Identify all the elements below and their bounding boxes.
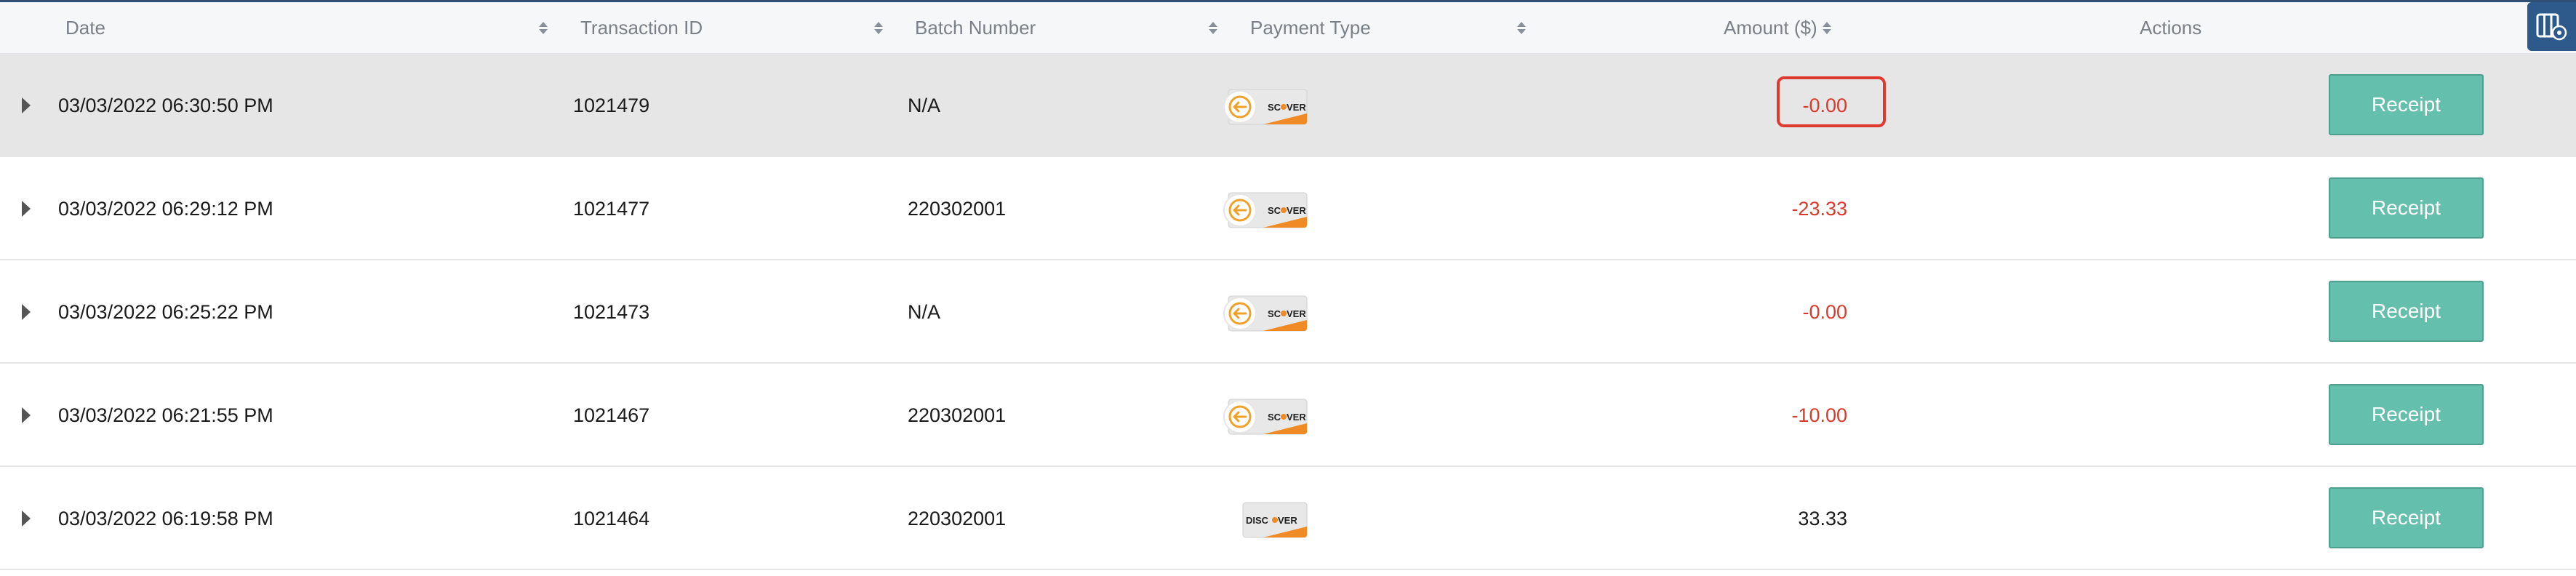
amount-cell: 33.33 — [1798, 507, 1847, 529]
discover-refund-card-icon: SC VER — [1223, 295, 1308, 332]
caret-right-icon[interactable] — [19, 467, 33, 570]
column-settings-icon — [2536, 13, 2567, 40]
table-row[interactable]: 03/03/2022 06:19:58 PM 1021464 220302001… — [0, 467, 2576, 570]
receipt-button[interactable]: Receipt — [2329, 177, 2484, 239]
svg-text:VER: VER — [1287, 412, 1306, 423]
svg-text:VER: VER — [1278, 515, 1297, 526]
batch-number-cell: 220302001 — [908, 507, 1007, 529]
batch-number-cell: 220302001 — [908, 404, 1007, 426]
batch-number-cell: 220302001 — [908, 197, 1007, 220]
caret-right-icon[interactable] — [19, 157, 33, 260]
sort-icon[interactable] — [1820, 21, 1833, 34]
sort-icon[interactable] — [1207, 2, 1220, 53]
discover-refund-card-icon: SC VER — [1223, 89, 1308, 125]
sort-icon[interactable] — [1515, 2, 1528, 53]
transactions-table: Date Transaction ID Batch Number Payment… — [0, 0, 2576, 576]
transaction-id-cell: 1021473 — [573, 300, 650, 323]
table-header: Date Transaction ID Batch Number Payment… — [0, 2, 2576, 54]
amount-callout-box — [1777, 76, 1886, 127]
column-settings-button[interactable] — [2527, 2, 2576, 51]
svg-text:SC: SC — [1268, 205, 1281, 216]
caret-right-icon[interactable] — [19, 54, 33, 157]
discover-refund-card-icon: SC VER — [1223, 192, 1308, 228]
receipt-button[interactable]: Receipt — [2329, 384, 2484, 445]
transaction-id-cell: 1021464 — [573, 507, 650, 529]
svg-text:SC: SC — [1268, 102, 1281, 113]
batch-number-cell: N/A — [908, 300, 941, 323]
table-row[interactable]: 03/03/2022 06:29:12 PM 1021477 220302001… — [0, 157, 2576, 260]
date-cell: 03/03/2022 06:30:50 PM — [58, 94, 273, 116]
discover-refund-card-icon: SC VER — [1223, 399, 1308, 435]
amount-cell: -23.33 — [1791, 197, 1847, 220]
amount-cell: -10.00 — [1791, 404, 1847, 426]
transaction-id-cell: 1021467 — [573, 404, 650, 426]
sort-icon[interactable] — [537, 2, 550, 53]
date-cell: 03/03/2022 06:29:12 PM — [58, 197, 273, 220]
amount-cell: -0.00 — [1802, 300, 1847, 323]
date-cell: 03/03/2022 06:25:22 PM — [58, 300, 273, 323]
svg-text:VER: VER — [1287, 102, 1306, 113]
receipt-button[interactable]: Receipt — [2329, 487, 2484, 548]
column-header-batch-number[interactable]: Batch Number — [915, 2, 1036, 53]
table-row[interactable]: 03/03/2022 06:30:50 PM 1021479 N/A SC VE… — [0, 54, 2576, 157]
transaction-id-cell: 1021479 — [573, 94, 650, 116]
svg-text:VER: VER — [1287, 205, 1306, 216]
date-cell: 03/03/2022 06:19:58 PM — [58, 507, 273, 529]
batch-number-cell: N/A — [908, 94, 941, 116]
date-cell: 03/03/2022 06:21:55 PM — [58, 404, 273, 426]
discover-card-icon: DISC VER — [1242, 502, 1308, 538]
svg-text:DISC: DISC — [1246, 515, 1269, 526]
transaction-id-cell: 1021477 — [573, 197, 650, 220]
column-header-amount[interactable]: Amount ($) — [1724, 17, 1817, 39]
svg-text:VER: VER — [1287, 308, 1306, 319]
receipt-button[interactable]: Receipt — [2329, 281, 2484, 342]
column-header-date[interactable]: Date — [65, 2, 105, 53]
table-row[interactable]: 03/03/2022 06:21:55 PM 1021467 220302001… — [0, 364, 2576, 467]
caret-right-icon[interactable] — [19, 260, 33, 364]
column-header-payment-type[interactable]: Payment Type — [1250, 2, 1371, 53]
column-header-actions: Actions — [2140, 17, 2202, 39]
svg-text:SC: SC — [1268, 412, 1281, 423]
column-header-transaction-id[interactable]: Transaction ID — [580, 2, 703, 53]
caret-right-icon[interactable] — [19, 364, 33, 467]
sort-icon[interactable] — [872, 2, 885, 53]
receipt-button[interactable]: Receipt — [2329, 74, 2484, 135]
table-row[interactable]: 03/03/2022 06:25:22 PM 1021473 N/A SC VE… — [0, 260, 2576, 364]
svg-text:SC: SC — [1268, 308, 1281, 319]
